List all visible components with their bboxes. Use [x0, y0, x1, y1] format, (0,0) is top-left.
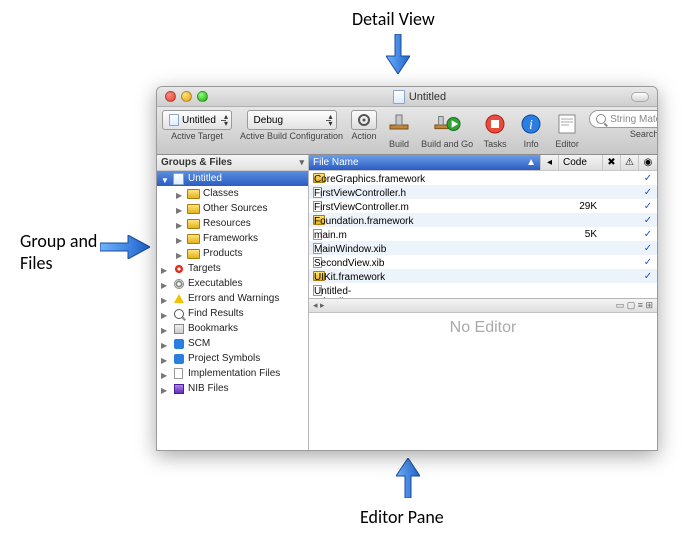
- editor-split-bar[interactable]: ◂ ▸ ▭ ▢ ≡ ⊞: [309, 299, 657, 313]
- toolbar: Untitled▴▾ Active Target Debug▴▾ Active …: [157, 107, 657, 155]
- search-icon: [596, 114, 606, 124]
- titlebar[interactable]: Untitled: [157, 87, 657, 107]
- window-title: Untitled: [409, 91, 446, 103]
- col-file-name[interactable]: File Name▲: [309, 155, 541, 170]
- annotation-detail-view: Detail View: [352, 8, 435, 30]
- detail-row[interactable]: SecondView.xib✓: [309, 255, 657, 269]
- info-label: Info: [524, 139, 539, 149]
- editor-button[interactable]: [553, 110, 581, 138]
- detail-row[interactable]: FirstViewController.m29K✓: [309, 199, 657, 213]
- close-icon[interactable]: [165, 91, 176, 102]
- tree-smart-group[interactable]: Find Results: [157, 306, 308, 321]
- tree-folder[interactable]: Other Sources: [157, 201, 308, 216]
- detail-header[interactable]: File Name▲ ◂ Code ✖ ⚠ ◉: [309, 155, 657, 171]
- col-blank1[interactable]: ◂: [541, 155, 559, 170]
- arrow-right-icon: [100, 235, 150, 259]
- tree-smart-group[interactable]: SCM: [157, 336, 308, 351]
- build-config-label: Active Build Configuration: [240, 131, 343, 141]
- minimize-icon[interactable]: [181, 91, 192, 102]
- arrow-up-icon: [396, 458, 420, 498]
- tree-smart-group[interactable]: Implementation Files: [157, 366, 308, 381]
- arrow-down-icon: [386, 34, 410, 74]
- search-input[interactable]: String Matching: [589, 110, 658, 128]
- build-label: Build: [389, 139, 409, 149]
- sidebar-header-menu-icon[interactable]: ▾: [299, 157, 304, 168]
- tree-smart-group[interactable]: Errors and Warnings: [157, 291, 308, 306]
- build-button[interactable]: [385, 110, 413, 138]
- nav-arrows-icon[interactable]: ◂ ▸: [313, 300, 325, 311]
- detail-row[interactable]: Foundation.framework✓: [309, 213, 657, 227]
- tree-folder[interactable]: Resources: [157, 216, 308, 231]
- svg-text:i: i: [529, 118, 533, 133]
- tasks-label: Tasks: [484, 139, 507, 149]
- tree-smart-group[interactable]: Targets: [157, 261, 308, 276]
- tree-smart-group[interactable]: NIB Files: [157, 381, 308, 396]
- toolbar-toggle-icon[interactable]: [631, 92, 649, 102]
- detail-row[interactable]: UIKit.framework✓: [309, 269, 657, 283]
- sidebar-header: Groups & Files: [161, 157, 232, 168]
- detail-row[interactable]: FirstViewController.h✓: [309, 185, 657, 199]
- build-and-go-button[interactable]: [433, 110, 461, 138]
- info-button[interactable]: i: [517, 110, 545, 138]
- editor-pane: No Editor: [309, 313, 657, 450]
- tree-project-root[interactable]: Untitled: [157, 171, 308, 186]
- detail-view: File Name▲ ◂ Code ✖ ⚠ ◉ CoreGraphics.fra…: [309, 155, 657, 299]
- tree-smart-group[interactable]: Bookmarks: [157, 321, 308, 336]
- col-code[interactable]: Code: [559, 155, 603, 170]
- groups-files-sidebar: Groups & Files ▾ Untitled ClassesOther So…: [157, 155, 309, 450]
- xcode-window: Untitled Untitled▴▾ Active Target Debug▴…: [156, 86, 658, 451]
- tree-folder[interactable]: Frameworks: [157, 231, 308, 246]
- annotation-groups-files-l1: Group and: [20, 230, 97, 252]
- tree: Untitled ClassesOther SourcesResourcesFr…: [157, 171, 308, 450]
- editor-label: Editor: [555, 139, 579, 149]
- detail-row[interactable]: CoreGraphics.framework✓: [309, 171, 657, 185]
- active-target-label: Active Target: [171, 131, 223, 141]
- tasks-button[interactable]: [481, 110, 509, 138]
- col-status-icon[interactable]: ✖: [603, 155, 621, 170]
- search-label: Search: [630, 129, 658, 139]
- split-controls-icon[interactable]: ▭ ▢ ≡ ⊞: [616, 300, 653, 311]
- detail-row[interactable]: MainWindow.xib✓: [309, 241, 657, 255]
- document-icon: [393, 90, 405, 104]
- annotation-editor-pane: Editor Pane: [360, 506, 444, 528]
- tree-folder[interactable]: Products: [157, 246, 308, 261]
- action-button[interactable]: [351, 110, 377, 130]
- build-and-go-label: Build and Go: [421, 139, 473, 149]
- tree-folder[interactable]: Classes: [157, 186, 308, 201]
- col-target-icon[interactable]: ◉: [639, 155, 657, 170]
- active-target-select[interactable]: Untitled▴▾: [162, 110, 232, 130]
- action-label: Action: [352, 131, 377, 141]
- zoom-icon[interactable]: [197, 91, 208, 102]
- annotation-groups-files-l2: Files: [20, 252, 53, 274]
- detail-row[interactable]: main.m5K✓: [309, 227, 657, 241]
- detail-row[interactable]: Untitled-Info.plist: [309, 283, 657, 297]
- tree-smart-group[interactable]: Project Symbols: [157, 351, 308, 366]
- build-config-select[interactable]: Debug▴▾: [247, 110, 337, 130]
- col-warn-icon[interactable]: ⚠: [621, 155, 639, 170]
